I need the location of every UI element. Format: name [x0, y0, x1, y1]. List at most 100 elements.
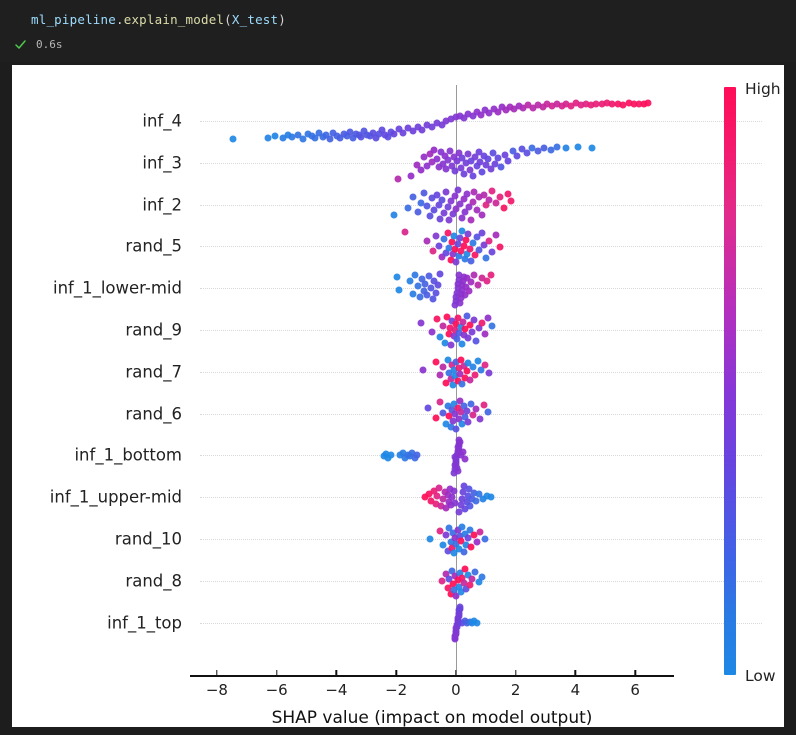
x-axis-line — [190, 675, 674, 677]
swarm-row-inf_1_top — [190, 600, 784, 646]
swarm-point — [439, 322, 447, 330]
swarm-row-inf_4 — [190, 98, 784, 144]
swarm-point — [513, 152, 521, 160]
y-axis-label-inf_2: inf_2 — [142, 195, 182, 215]
swarm-point — [426, 535, 434, 543]
swarm-point — [488, 187, 496, 195]
swarm-point — [406, 277, 414, 285]
swarm-point — [439, 363, 447, 371]
check-icon — [14, 38, 27, 51]
x-tick-label: 2 — [510, 681, 521, 699]
swarm-point — [492, 231, 500, 239]
swarm-point — [458, 380, 466, 388]
swarm-point — [487, 493, 495, 501]
swarm-point — [454, 186, 462, 194]
y-axis-label-inf_4: inf_4 — [142, 111, 182, 131]
y-axis-label-rand_6: rand_6 — [125, 404, 182, 424]
swarm-point — [407, 172, 415, 180]
swarm-row-inf_1_bottom — [190, 432, 784, 478]
swarm-point — [420, 189, 428, 197]
y-axis-label-inf_3: inf_3 — [142, 153, 182, 173]
colorbar-high-label: High — [745, 80, 781, 98]
x-tick — [574, 670, 577, 675]
swarm-point — [435, 242, 443, 250]
cell-header: ml_pipeline.explain_model(X_test) 0.6s — [0, 0, 796, 62]
y-axis-label-inf_1_lower-mid: inf_1_lower-mid — [53, 278, 182, 298]
swarm-point — [409, 290, 417, 298]
x-tick — [335, 670, 338, 675]
code-token: ml_pipeline — [31, 12, 116, 27]
swarm-point — [417, 319, 425, 327]
swarm-point — [436, 371, 444, 379]
swarm-point — [481, 535, 489, 543]
x-tick-label: −4 — [325, 681, 348, 699]
swarm-point — [458, 340, 466, 348]
code-token: explain_model — [123, 12, 225, 27]
swarm-point — [458, 523, 466, 531]
swarm-point — [456, 438, 464, 446]
swarm-point — [463, 312, 471, 320]
swarm-point — [401, 228, 408, 236]
swarm-point — [423, 202, 431, 210]
swarm-row-rand_6 — [190, 391, 784, 437]
swarm-point — [424, 404, 432, 412]
x-tick — [395, 670, 397, 675]
x-tick-label: −8 — [205, 681, 228, 699]
swarm-point — [469, 198, 477, 206]
swarm-row-rand_7 — [190, 349, 784, 395]
swarm-point — [468, 328, 476, 336]
swarm-point — [473, 538, 481, 546]
swarm-row-rand_5 — [190, 223, 784, 269]
swarm-point — [387, 451, 395, 459]
execution-time: 0.6s — [36, 38, 63, 51]
swarm-point — [419, 366, 427, 374]
x-axis-title: SHAP value (impact on model output) — [271, 708, 593, 728]
y-axis-label-inf_1_bottom: inf_1_bottom — [74, 445, 182, 465]
swarm-point — [463, 190, 471, 198]
swarm-point — [467, 216, 475, 224]
swarm-point — [487, 271, 495, 278]
x-tick-label: −6 — [265, 681, 288, 699]
x-tick — [275, 670, 278, 675]
code-token: . — [115, 12, 124, 27]
swarm-point — [485, 369, 493, 377]
swarm-point — [434, 281, 442, 289]
swarm-row-inf_2 — [190, 182, 784, 228]
swarm-point — [484, 155, 492, 163]
swarm-point — [488, 322, 496, 330]
swarm-point — [504, 157, 512, 165]
swarm-point — [395, 286, 403, 294]
swarm-row-inf_3 — [190, 140, 784, 186]
swarm-point — [414, 208, 422, 216]
swarm-point — [488, 248, 496, 256]
swarm-point — [466, 502, 474, 510]
swarm-point — [478, 229, 486, 237]
x-tick-label: 6 — [630, 681, 640, 699]
colorbar: High Low Feature value — [724, 77, 784, 697]
swarm-point — [432, 232, 440, 240]
y-axis-label-inf_1_upper-mid: inf_1_upper-mid — [49, 487, 182, 507]
code-token: ( — [224, 12, 232, 27]
swarm-point — [464, 230, 472, 238]
x-tick-label: −2 — [385, 681, 408, 699]
swarm-point — [464, 418, 472, 425]
swarm-point — [393, 273, 401, 281]
swarm-point — [426, 212, 434, 220]
swarm-point — [473, 619, 481, 627]
y-axis-label-rand_9: rand_9 — [125, 320, 182, 340]
swarm-point — [469, 172, 477, 180]
swarm-row-rand_10 — [190, 516, 784, 562]
swarm-point — [413, 451, 421, 459]
x-tick-label: 0 — [451, 681, 461, 699]
swarm-point — [438, 577, 446, 585]
swarm-point — [496, 243, 504, 251]
swarm-point — [476, 415, 484, 423]
swarm-point — [483, 277, 491, 285]
swarm-point — [500, 204, 508, 212]
swarm-point — [436, 398, 444, 406]
swarm-point — [429, 247, 437, 255]
code-line[interactable]: ml_pipeline.explain_model(X_test) — [31, 12, 286, 27]
swarm-point — [432, 358, 440, 366]
swarm-point — [432, 289, 440, 296]
swarm-point — [481, 330, 489, 338]
